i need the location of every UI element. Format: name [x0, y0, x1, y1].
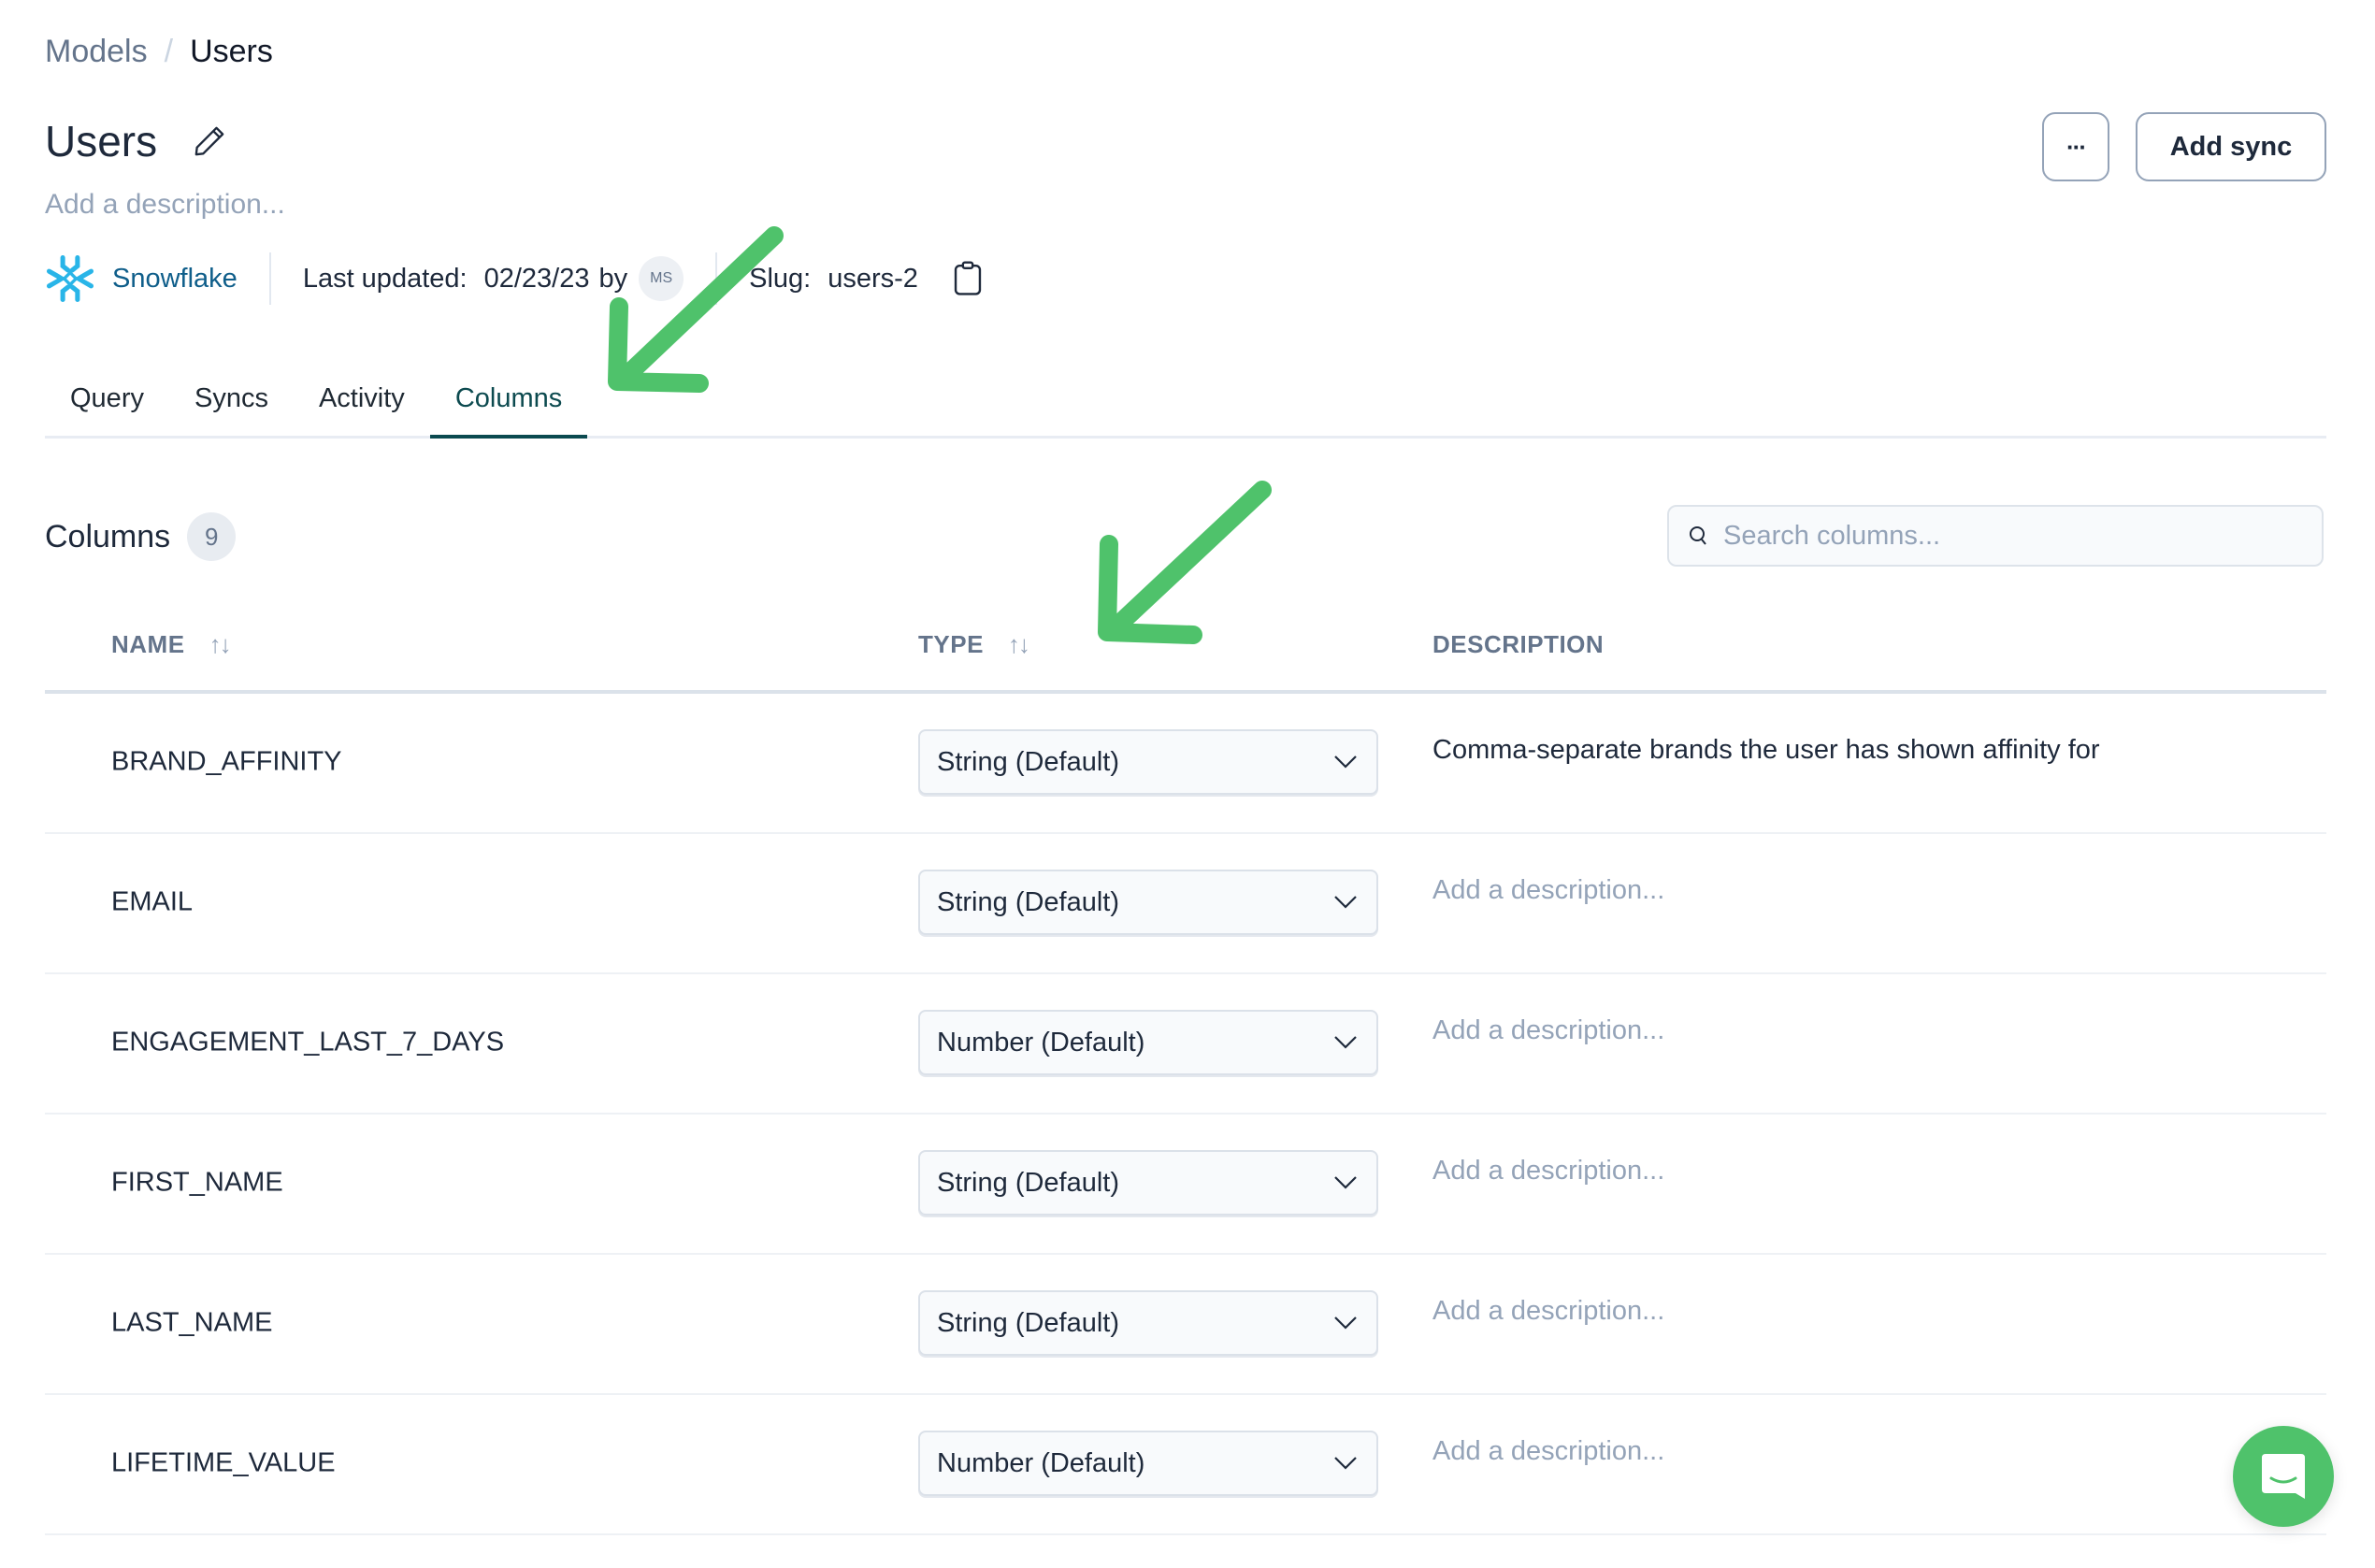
chevron-down-icon: [1334, 1036, 1357, 1049]
chat-icon: [2262, 1454, 2305, 1499]
column-type-select[interactable]: Number (Default): [918, 1431, 1378, 1496]
column-type-select[interactable]: String (Default): [918, 870, 1378, 935]
column-description[interactable]: Add a description...: [1432, 1015, 1664, 1046]
source-name: Snowflake: [112, 263, 238, 294]
column-name: ENGAGEMENT_LAST_7_DAYS: [111, 1027, 505, 1057]
column-name: FIRST_NAME: [111, 1167, 283, 1198]
column-description[interactable]: Add a description...: [1432, 1156, 1664, 1187]
column-name: EMAIL: [111, 886, 194, 917]
sort-name-icon[interactable]: ↑↓: [209, 630, 232, 659]
chevron-down-icon: [1334, 1176, 1357, 1189]
breadcrumb-separator: /: [164, 34, 174, 69]
clipboard-icon[interactable]: [952, 261, 984, 296]
table-row: LIFETIME_VALUE Number (Default) Add a de…: [45, 1393, 2326, 1535]
header-type-label: TYPE: [918, 630, 984, 658]
column-type-value: String (Default): [937, 886, 1120, 917]
table-row: LAST_NAME String (Default) Add a descrip…: [45, 1253, 2326, 1395]
chevron-down-icon: [1334, 1457, 1357, 1470]
slug-label: Slug:: [749, 263, 812, 294]
tab-columns[interactable]: Columns: [429, 372, 588, 439]
sort-type-icon[interactable]: ↑↓: [1008, 630, 1030, 659]
annotation-arrow-type: [1098, 481, 1272, 644]
last-updated-date: 02/23/23: [483, 263, 590, 294]
column-type-value: String (Default): [937, 1307, 1120, 1338]
ellipsis-icon: ···: [2066, 132, 2087, 161]
add-sync-button[interactable]: Add sync: [2136, 112, 2326, 181]
by-label: by: [598, 263, 628, 294]
model-description-input[interactable]: Add a description...: [45, 189, 285, 221]
header-actions: ··· Add sync: [2042, 112, 2326, 181]
pencil-icon[interactable]: [191, 122, 228, 160]
column-name: LIFETIME_VALUE: [111, 1447, 336, 1478]
table-row: ENGAGEMENT_LAST_7_DAYS Number (Default) …: [45, 972, 2326, 1115]
column-description[interactable]: Comma-separate brands the user has shown…: [1432, 735, 2100, 766]
search-columns-input[interactable]: [1721, 519, 2286, 553]
tab-activity[interactable]: Activity: [294, 372, 430, 436]
header-type: TYPE ↑↓: [918, 630, 1030, 659]
source-link[interactable]: Snowflake: [45, 253, 238, 304]
column-description[interactable]: Add a description...: [1432, 875, 1664, 906]
column-name: BRAND_AFFINITY: [111, 746, 342, 777]
header-name-label: NAME: [111, 630, 185, 658]
more-options-button[interactable]: ···: [2042, 112, 2109, 181]
search-icon: [1690, 526, 1706, 545]
table-row: EMAIL String (Default) Add a description…: [45, 832, 2326, 974]
page-title: Users: [45, 117, 158, 165]
header-description-label: DESCRIPTION: [1432, 630, 1605, 658]
columns-count-badge: 9: [187, 512, 237, 561]
chevron-down-icon: [1334, 1316, 1357, 1330]
column-type-value: Number (Default): [937, 1447, 1145, 1478]
divider: [715, 252, 718, 305]
column-name: LAST_NAME: [111, 1307, 273, 1338]
snowflake-icon: [46, 254, 94, 303]
tab-bar: Query Syncs Activity Columns: [45, 372, 2326, 439]
last-updated-label: Last updated:: [302, 263, 468, 294]
header-name: NAME ↑↓: [111, 630, 232, 659]
column-type-select[interactable]: String (Default): [918, 1150, 1378, 1216]
tab-query[interactable]: Query: [45, 372, 169, 436]
header-description: DESCRIPTION: [1432, 630, 1604, 659]
breadcrumb: Models / Users: [45, 34, 273, 70]
column-type-select[interactable]: String (Default): [918, 729, 1378, 795]
column-type-select[interactable]: Number (Default): [918, 1010, 1378, 1075]
divider: [268, 252, 271, 305]
column-type-value: String (Default): [937, 1167, 1120, 1198]
column-description[interactable]: Add a description...: [1432, 1296, 1664, 1327]
columns-section-header: Columns 9: [45, 512, 237, 561]
column-type-select[interactable]: String (Default): [918, 1290, 1378, 1356]
chat-launcher-button[interactable]: [2233, 1426, 2334, 1527]
chevron-down-icon: [1334, 896, 1357, 909]
model-meta: Snowflake Last updated: 02/23/23 by MS S…: [45, 252, 984, 305]
slug-value: users-2: [828, 263, 918, 294]
search-columns-field[interactable]: [1667, 505, 2324, 567]
avatar: MS: [639, 256, 684, 301]
table-row: FIRST_NAME String (Default) Add a descri…: [45, 1113, 2326, 1255]
tab-syncs[interactable]: Syncs: [169, 372, 294, 436]
chevron-down-icon: [1334, 755, 1357, 769]
columns-title: Columns: [45, 518, 171, 554]
title-row: Users: [45, 116, 228, 166]
columns-table-header: NAME ↑↓ TYPE ↑↓ DESCRIPTION: [45, 617, 2326, 694]
column-type-value: String (Default): [937, 746, 1120, 777]
column-description[interactable]: Add a description...: [1432, 1436, 1664, 1467]
table-row: BRAND_AFFINITY String (Default) Comma-se…: [45, 692, 2326, 834]
breadcrumb-models-link[interactable]: Models: [45, 34, 148, 70]
column-type-value: Number (Default): [937, 1027, 1145, 1057]
breadcrumb-current: Users: [190, 34, 273, 69]
